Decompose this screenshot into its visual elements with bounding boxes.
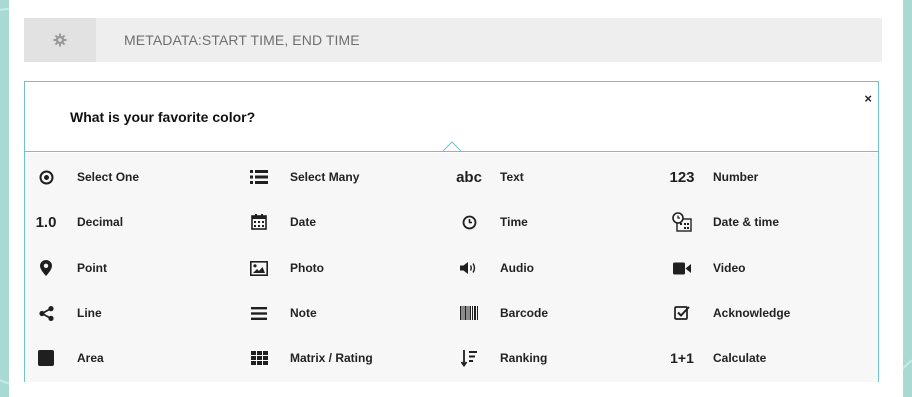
type-date-time[interactable]: Date & time: [667, 210, 779, 234]
clock-icon: [454, 215, 484, 230]
type-label: Number: [713, 170, 759, 184]
gear-icon: [53, 33, 67, 47]
share-line-icon: [31, 305, 61, 321]
close-button[interactable]: ×: [864, 91, 872, 106]
number-icon: 123: [669, 168, 695, 186]
type-label: Audio: [500, 261, 534, 275]
text-icon: abc: [456, 168, 482, 186]
calculate-icon: 1+1: [670, 350, 694, 366]
list-icon: [244, 170, 274, 184]
type-label: Note: [290, 306, 317, 320]
metadata-settings-button[interactable]: [24, 18, 96, 62]
type-point[interactable]: Point: [31, 256, 107, 280]
volume-icon: [454, 261, 484, 275]
video-camera-icon: [667, 262, 697, 275]
type-date[interactable]: Date: [244, 210, 316, 234]
type-label: Point: [77, 261, 107, 275]
question-type-grid: Select One Select Many abc Text 123 Numb…: [25, 153, 878, 382]
type-photo[interactable]: Photo: [244, 256, 324, 280]
calendar-clock-icon: [667, 212, 697, 232]
type-label: Text: [500, 170, 524, 184]
type-acknowledge[interactable]: Acknowledge: [667, 301, 790, 325]
type-decimal[interactable]: 1.0 Decimal: [31, 210, 123, 234]
type-time[interactable]: Time: [454, 210, 528, 234]
type-text[interactable]: abc Text: [454, 165, 524, 189]
type-ranking[interactable]: Ranking: [454, 346, 547, 370]
type-video[interactable]: Video: [667, 256, 745, 280]
type-label: Decimal: [77, 215, 124, 229]
type-barcode[interactable]: Barcode: [454, 301, 548, 325]
type-select-one[interactable]: Select One: [31, 165, 139, 189]
type-label: Photo: [290, 261, 324, 275]
type-line[interactable]: Line: [31, 301, 102, 325]
calendar-icon: [244, 214, 274, 230]
type-label: Area: [77, 351, 104, 365]
type-audio[interactable]: Audio: [454, 256, 534, 280]
type-label: Calculate: [713, 351, 767, 365]
type-label: Barcode: [500, 306, 549, 320]
map-marker-icon: [31, 260, 61, 276]
type-number[interactable]: 123 Number: [667, 165, 758, 189]
question-type-chooser: What is your favorite color? × Select On…: [24, 81, 879, 382]
metadata-label: METADATA:START TIME, END TIME: [124, 32, 360, 48]
type-label: Acknowledge: [713, 306, 791, 320]
type-matrix-rating[interactable]: Matrix / Rating: [244, 346, 373, 370]
type-label: Ranking: [500, 351, 548, 365]
square-icon: [31, 350, 61, 366]
type-label: Date & time: [713, 215, 780, 229]
type-label: Select One: [77, 170, 140, 184]
barcode-icon: [454, 306, 484, 320]
question-title: What is your favorite color?: [70, 109, 256, 125]
type-label: Video: [713, 261, 746, 275]
metadata-bar[interactable]: METADATA:START TIME, END TIME: [24, 18, 882, 62]
decimal-icon: 1.0: [35, 213, 57, 231]
type-select-many[interactable]: Select Many: [244, 165, 359, 189]
checkbox-icon: [667, 305, 697, 321]
radio-icon: [31, 170, 61, 185]
type-label: Date: [290, 215, 317, 229]
type-note[interactable]: Note: [244, 301, 317, 325]
type-area[interactable]: Area: [31, 346, 104, 370]
type-label: Line: [77, 306, 102, 320]
type-label: Select Many: [290, 170, 360, 184]
divider: [25, 151, 878, 152]
type-label: Matrix / Rating: [290, 351, 373, 365]
grid-icon: [244, 351, 274, 365]
image-icon: [244, 260, 274, 276]
note-lines-icon: [244, 306, 274, 320]
sort-icon: [454, 349, 484, 367]
type-label: Time: [500, 215, 528, 229]
type-calculate[interactable]: 1+1 Calculate: [667, 346, 766, 370]
